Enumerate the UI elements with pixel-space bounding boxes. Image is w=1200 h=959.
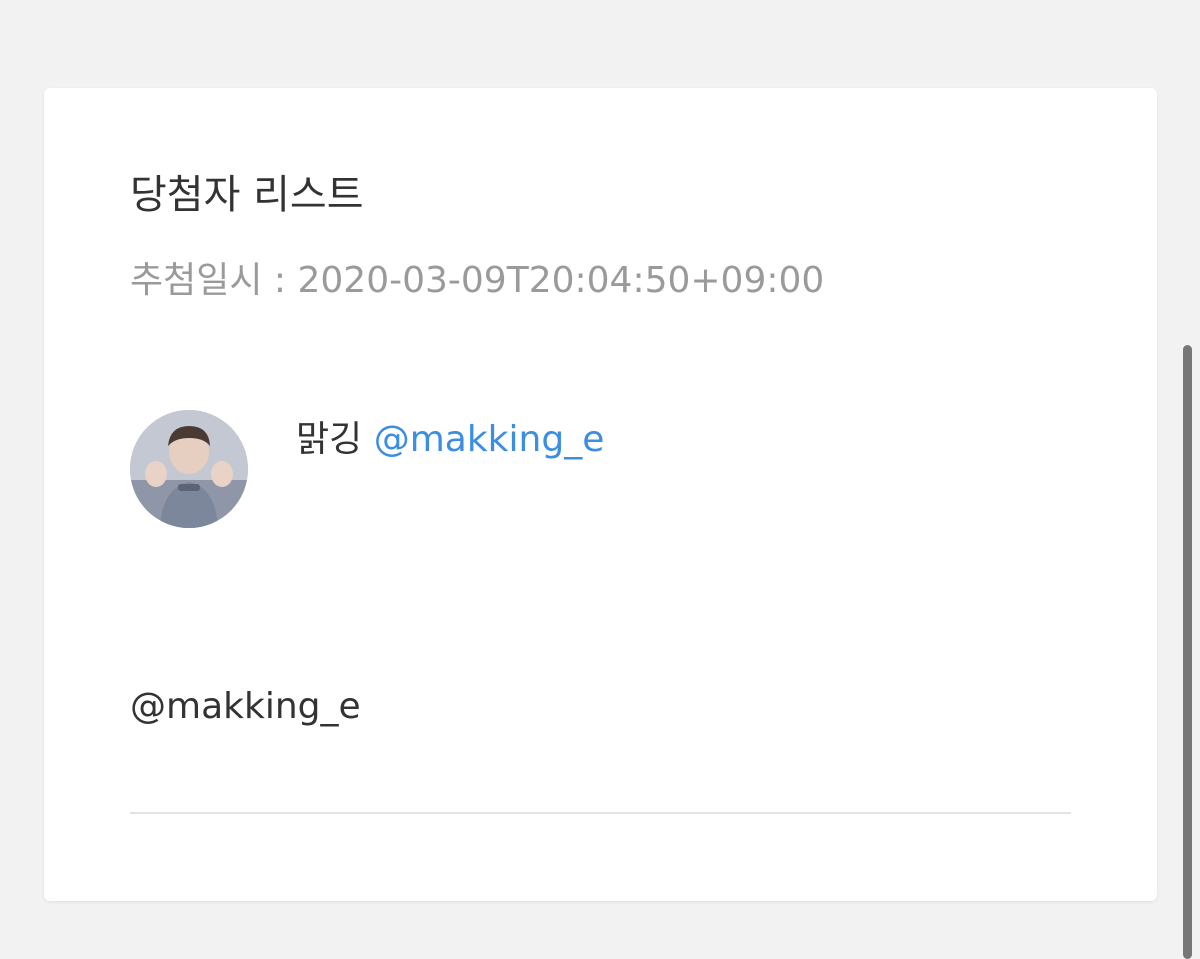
divider [130, 812, 1071, 814]
draw-datetime: 추첨일시 : 2020-03-09T20:04:50+09:00 [130, 260, 825, 301]
scrollbar-thumb[interactable] [1183, 345, 1192, 959]
page-title: 당첨자 리스트 [130, 172, 364, 218]
winner-name: 맑깅 [296, 419, 363, 460]
entry-comment: @makking_e [130, 686, 361, 727]
winner-handle-link[interactable]: @makking_e [374, 419, 605, 460]
winner-list-card: 당첨자 리스트 추첨일시 : 2020-03-09T20:04:50+09:00… [44, 88, 1157, 901]
winner-entry: 맑깅 @makking_e [296, 418, 604, 462]
profile-photo-icon [130, 410, 248, 528]
avatar[interactable] [130, 410, 248, 528]
